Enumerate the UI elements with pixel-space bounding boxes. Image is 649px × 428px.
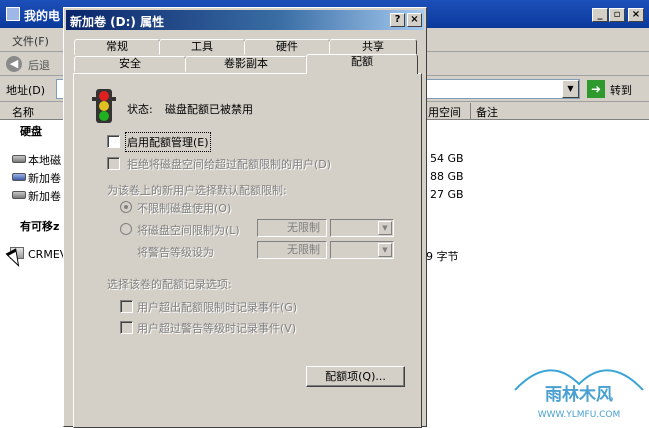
- chevron-down-icon: ▼: [378, 243, 392, 257]
- dialog-titlebar: 新加卷 (D:) 属性 ? ×: [66, 10, 424, 30]
- limit-unit-select[interactable]: ▼: [330, 219, 394, 237]
- drive-name[interactable]: 新加卷: [28, 188, 61, 204]
- computer-icon: [6, 7, 20, 21]
- enable-quota-checkbox[interactable]: [107, 135, 120, 148]
- column-comment[interactable]: 备注: [476, 104, 498, 120]
- help-button[interactable]: ?: [390, 13, 405, 27]
- deny-space-label: 拒绝将磁盘空间给超过配额限制的用户(D): [127, 158, 332, 171]
- limit-to-label: 将磁盘空间限制为(L): [137, 224, 240, 237]
- address-label: 地址(D): [6, 84, 46, 97]
- tab-shadow-copies[interactable]: 卷影副本: [185, 56, 307, 72]
- status-label: 状态:: [127, 103, 153, 116]
- properties-dialog: 新加卷 (D:) 属性 ? × 常规 工具 硬件 共享 安全 卷影副本 配额 状…: [63, 7, 427, 428]
- column-free-space[interactable]: 用空间: [428, 104, 461, 120]
- minimize-button[interactable]: _: [592, 8, 608, 22]
- logging-heading: 选择该卷的配额记录选项:: [107, 278, 232, 291]
- watermark-text: 雨林木风: [545, 384, 613, 405]
- deny-space-checkbox[interactable]: [107, 157, 120, 170]
- log-exceed-warning-label: 用户超过警告等级时记录事件(V): [137, 322, 297, 335]
- close-window-button[interactable]: ×: [628, 8, 644, 22]
- watermark-logo: 雨林木风 WWW.YLMFU.COM: [514, 369, 644, 420]
- address-dropdown-icon[interactable]: ▼: [562, 80, 579, 98]
- status-value: 磁盘配额已被禁用: [165, 103, 253, 116]
- watermark-url: WWW.YLMFU.COM: [538, 410, 621, 420]
- drive-free-space: 54 GB: [430, 152, 464, 165]
- warning-unit-select[interactable]: ▼: [330, 241, 394, 259]
- hard-disk-icon: [12, 173, 26, 181]
- tab-sharing[interactable]: 共享: [329, 39, 417, 55]
- log-exceed-warning-checkbox[interactable]: [120, 321, 133, 334]
- tab-quota[interactable]: 配额: [306, 54, 418, 74]
- warning-value-field[interactable]: 无限制: [257, 241, 327, 259]
- go-arrow-icon[interactable]: ➜: [587, 80, 605, 98]
- menu-file[interactable]: 文件(F): [12, 33, 49, 49]
- explorer-title: 我的电: [24, 9, 61, 23]
- tab-security[interactable]: 安全: [74, 56, 186, 72]
- no-limit-radio[interactable]: [120, 201, 132, 213]
- column-divider[interactable]: [470, 103, 471, 119]
- drive-free-space: 27 GB: [430, 188, 464, 201]
- tab-general[interactable]: 常规: [74, 39, 160, 55]
- tab-hardware[interactable]: 硬件: [244, 39, 330, 55]
- chevron-down-icon: ▼: [378, 221, 392, 235]
- quota-entries-button[interactable]: 配额项(Q)...: [306, 366, 405, 387]
- warning-level-label: 将警告等级设为: [137, 246, 214, 259]
- default-limit-heading: 为该卷上的新用户选择默认配额限制:: [107, 184, 287, 197]
- drive-name[interactable]: 本地磁: [28, 152, 61, 168]
- quota-panel: 状态: 磁盘配额已被禁用 启用配额管理(E) 拒绝将磁盘空间给超过配额限制的用户…: [73, 73, 422, 428]
- drive-name[interactable]: 新加卷: [28, 170, 61, 186]
- section-hard-disks: 硬盘: [20, 125, 42, 138]
- section-removable: 有可移z: [20, 220, 60, 233]
- limit-value-field[interactable]: 无限制: [257, 219, 327, 237]
- drive-free-space: 88 GB: [430, 170, 464, 183]
- dialog-title: 新加卷 (D:) 属性: [70, 15, 165, 29]
- limit-to-radio[interactable]: [120, 223, 132, 235]
- tab-tools[interactable]: 工具: [159, 39, 245, 55]
- maximize-button[interactable]: ▫: [609, 8, 625, 22]
- hard-disk-icon: [12, 191, 26, 199]
- back-arrow-icon[interactable]: ◀: [6, 56, 22, 72]
- hard-disk-icon: [12, 155, 26, 163]
- removable-drive-size: 9 字节: [426, 250, 459, 263]
- column-name[interactable]: 名称: [12, 104, 34, 120]
- back-button[interactable]: 后退: [28, 57, 50, 73]
- no-limit-label: 不限制磁盘使用(O): [137, 202, 232, 215]
- log-exceed-limit-label: 用户超出配额限制时记录事件(G): [137, 301, 298, 314]
- dialog-close-button[interactable]: ×: [407, 13, 422, 27]
- log-exceed-limit-checkbox[interactable]: [120, 300, 133, 313]
- go-button[interactable]: 转到: [610, 82, 632, 98]
- traffic-light-icon: [92, 89, 116, 123]
- enable-quota-label[interactable]: 启用配额管理(E): [125, 132, 211, 152]
